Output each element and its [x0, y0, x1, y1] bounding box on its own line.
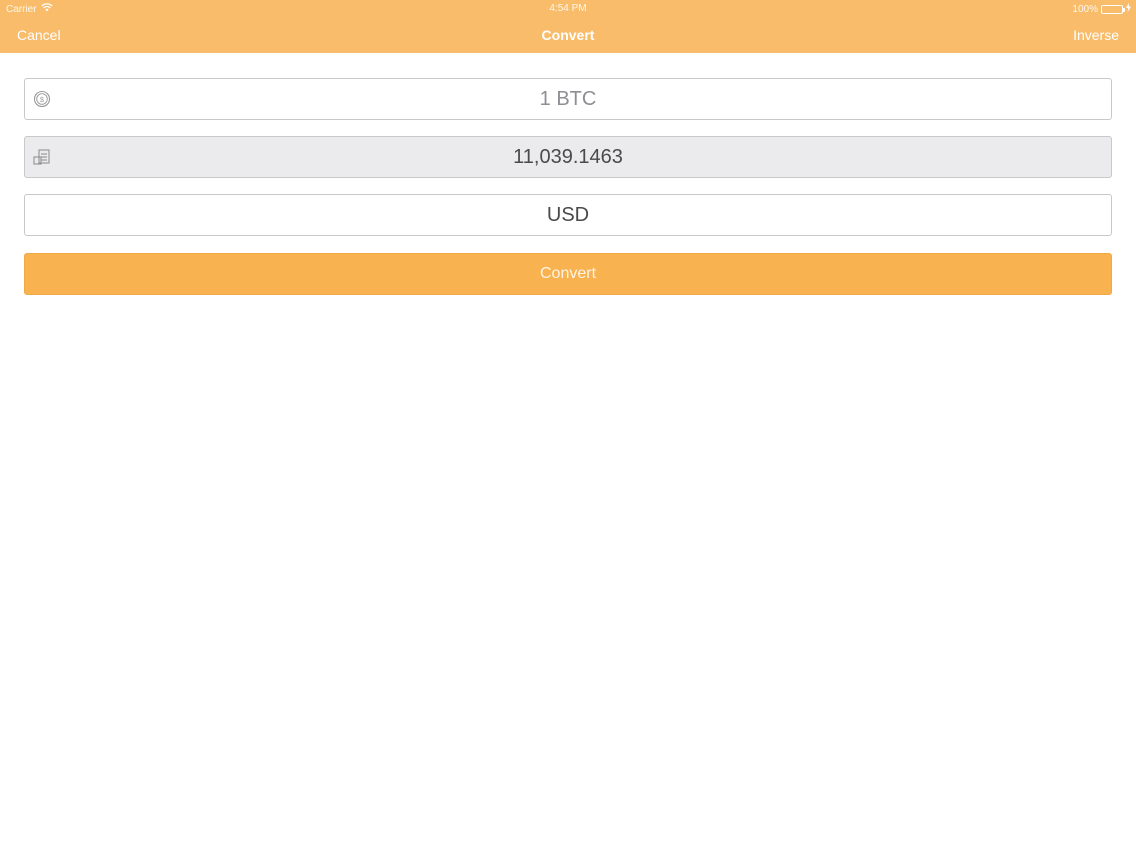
charging-icon — [1126, 3, 1131, 15]
currency-value: USD — [546, 203, 590, 226]
inverse-button[interactable]: Inverse — [1073, 27, 1119, 43]
battery-icon — [1101, 4, 1125, 14]
status-bar: Carrier 4:54 PM 100% — [0, 0, 1136, 17]
top-bar: Carrier 4:54 PM 100% Cancel Convert Inve… — [0, 0, 1136, 53]
money-stack-icon — [33, 148, 51, 166]
battery-percentage: 100% — [1072, 3, 1098, 15]
status-time: 4:54 PM — [549, 3, 587, 14]
page-title: Convert — [541, 27, 595, 43]
navigation-bar: Cancel Convert Inverse — [0, 17, 1136, 53]
amount-value: 1 BTC — [539, 87, 597, 110]
result-field: 11,039.1463 — [24, 136, 1112, 178]
svg-text:$: $ — [40, 97, 44, 104]
bitcoin-coin-icon: $ — [33, 90, 51, 108]
result-value: 11,039.1463 — [513, 145, 623, 168]
amount-field[interactable]: $ 1 BTC — [24, 78, 1112, 120]
convert-button-label: Convert — [539, 265, 597, 282]
convert-button[interactable]: Convert — [24, 253, 1112, 295]
currency-field[interactable]: USD — [24, 194, 1112, 236]
status-right: 100% — [1072, 3, 1131, 15]
